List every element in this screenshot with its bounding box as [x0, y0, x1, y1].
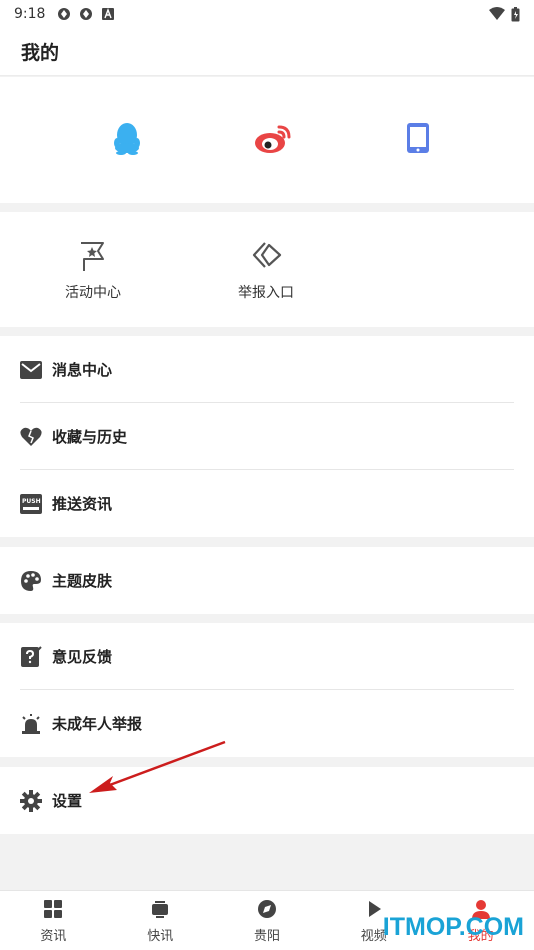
tab-flash[interactable]: 快讯: [107, 891, 214, 950]
status-bar: 9:18: [0, 0, 534, 28]
feature-grid: 活动中心 举报入口: [0, 212, 534, 327]
watermark: ITMOP.COM: [382, 913, 524, 941]
push-badge-text: PUSH: [22, 497, 41, 505]
menu-item-label: 意见反馈: [52, 648, 113, 666]
menu-item-push-news[interactable]: PUSH 推送资讯: [0, 470, 534, 537]
grid-item-activity-center[interactable]: 活动中心: [33, 240, 153, 302]
menu-group-feedback: 意见反馈 未成年人举报: [0, 623, 534, 757]
menu-item-label: 消息中心: [52, 361, 113, 379]
qq-icon[interactable]: [111, 121, 143, 155]
compass-icon: [257, 900, 276, 918]
menu-item-minor-report[interactable]: 未成年人举报: [0, 690, 534, 757]
status-time: 9:18: [14, 6, 46, 22]
page-title: 我的: [21, 42, 60, 64]
menu-item-label: 收藏与历史: [52, 428, 128, 446]
app-notification-icon: [80, 8, 93, 20]
menu-item-label: 未成年人举报: [52, 715, 143, 733]
tv-icon: [152, 901, 169, 918]
menu-item-label: 推送资讯: [52, 495, 113, 513]
menu-group-messages: 消息中心 收藏与历史 PUSH 推送资讯: [0, 336, 534, 537]
grid-item-label: 活动中心: [65, 285, 121, 301]
grid-item-report-entry[interactable]: 举报入口: [206, 240, 326, 302]
flag-star-icon: [81, 242, 104, 271]
annotation-arrow: [89, 740, 226, 793]
alarm-light-icon: [22, 713, 40, 734]
menu-group-settings: 设置: [0, 767, 534, 834]
tab-label: 贵阳: [253, 929, 280, 944]
gear-icon: [20, 789, 42, 812]
tab-guiyang[interactable]: 贵阳: [214, 891, 321, 950]
app-notification-icon: [58, 8, 71, 20]
menu-item-favorites-history[interactable]: 收藏与历史: [0, 403, 534, 470]
tab-news[interactable]: 资讯: [0, 891, 107, 950]
tab-label: 快讯: [147, 929, 174, 944]
tab-label: 资讯: [40, 929, 67, 944]
login-options: [0, 77, 534, 203]
feedback-icon: [21, 645, 42, 667]
phone-icon[interactable]: [405, 121, 431, 155]
grid-icon: [44, 900, 63, 918]
text-notification-icon: [102, 8, 115, 20]
battery-icon: [511, 6, 520, 21]
palette-icon: [21, 570, 41, 591]
report-icon: [252, 242, 282, 268]
page-header: 我的: [0, 28, 534, 76]
menu-group-theme: 主题皮肤: [0, 547, 534, 614]
menu-item-message-center[interactable]: 消息中心: [0, 336, 534, 403]
wifi-icon: [489, 7, 505, 20]
menu-item-label: 主题皮肤: [52, 572, 113, 590]
grid-item-label: 举报入口: [238, 285, 294, 301]
menu-item-label: 设置: [52, 792, 83, 810]
heart-icon: [20, 427, 42, 446]
weibo-icon[interactable]: [253, 121, 293, 155]
menu-item-settings[interactable]: 设置: [0, 767, 534, 834]
play-icon: [368, 901, 381, 917]
menu-item-feedback[interactable]: 意见反馈: [0, 623, 534, 690]
mail-icon: [20, 360, 42, 379]
menu-item-theme-skin[interactable]: 主题皮肤: [0, 547, 534, 614]
